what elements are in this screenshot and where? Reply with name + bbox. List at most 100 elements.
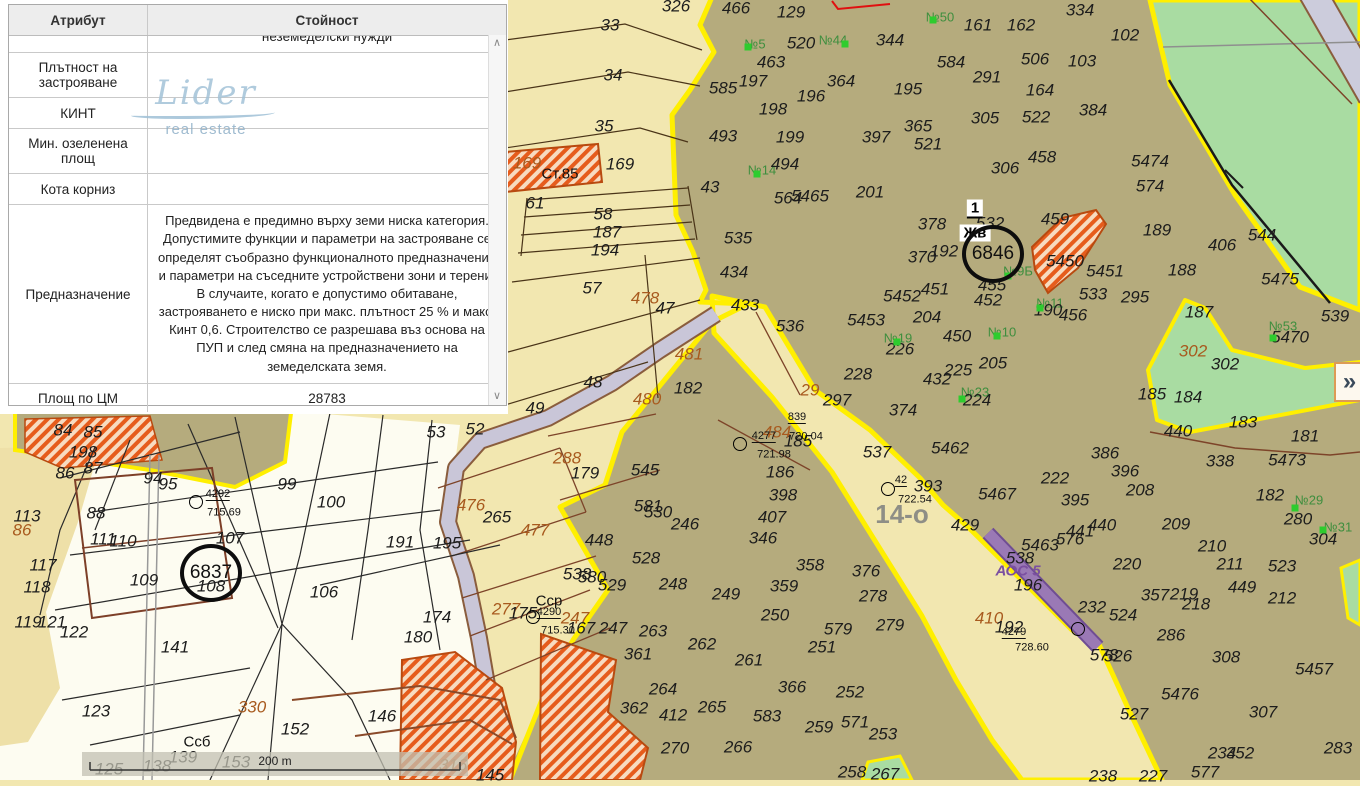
- map-label: 58: [594, 206, 613, 223]
- map-label: 169: [606, 156, 634, 173]
- map-label: 211: [1216, 556, 1243, 573]
- attribute-panel: Атрибут Стойност неземеделски нужди Плът…: [8, 4, 507, 406]
- map-label: 334: [1066, 2, 1094, 19]
- map-label: 384: [1079, 102, 1107, 119]
- map-label: 48: [584, 374, 603, 391]
- highlighted-parcel-6837: 6837: [180, 544, 242, 602]
- value-cell: Предвидена е предимно върху земи ниска к…: [148, 205, 506, 383]
- map-label: 302: [1179, 343, 1207, 360]
- map-label: 264: [649, 681, 677, 698]
- survey-point-marker: [526, 610, 540, 624]
- map-label: 352: [1226, 745, 1254, 762]
- scroll-up-icon[interactable]: ∧: [489, 35, 505, 52]
- map-label: 247: [599, 620, 627, 637]
- map-label: 252: [836, 684, 864, 701]
- map-label: 57: [583, 280, 602, 297]
- map-label: 344: [876, 32, 904, 49]
- map-label: 265: [698, 699, 726, 716]
- map-label: 5463: [1021, 537, 1059, 554]
- header-value: Стойност: [148, 5, 506, 35]
- map-label: 386: [1091, 445, 1119, 462]
- map-label: 434: [720, 264, 748, 281]
- map-label: 533: [1079, 286, 1107, 303]
- map-label: 247: [561, 610, 589, 627]
- map-label: Ссб: [184, 735, 211, 750]
- map-label: 47: [656, 300, 675, 317]
- map-label: 164: [1026, 82, 1054, 99]
- map-label: 218: [1182, 596, 1210, 613]
- map-label: 530: [644, 504, 672, 521]
- header-attribute: Атрибут: [9, 5, 148, 35]
- map-label: 521: [914, 136, 942, 153]
- map-label: 129: [777, 4, 805, 21]
- map-label: 456: [1059, 307, 1087, 324]
- map-label: 5457: [1295, 661, 1333, 678]
- map-label: 94: [144, 470, 163, 487]
- map-label: 123: [82, 703, 110, 720]
- map-label: 266: [724, 739, 752, 756]
- map-label: 477: [521, 522, 549, 539]
- map-label: 728.60: [1015, 643, 1049, 654]
- map-label: №14: [748, 164, 776, 177]
- map-label: 397: [862, 129, 890, 146]
- map-label: 208: [1126, 482, 1154, 499]
- panel-scrollbar[interactable]: ∧ ∨: [488, 35, 506, 405]
- map-label: 406: [1208, 237, 1236, 254]
- map-label: 396: [1111, 463, 1139, 480]
- map-label: 5476: [1161, 686, 1199, 703]
- scroll-down-icon[interactable]: ∨: [489, 388, 505, 405]
- map-label: 581: [634, 498, 662, 515]
- map-label: 493: [709, 128, 737, 145]
- map-label: 251: [808, 639, 836, 656]
- green-square-marker: [994, 333, 1001, 340]
- attribute-cell: Предназначение: [9, 205, 148, 383]
- table-row: неземеделски нужди: [9, 36, 506, 53]
- map-label: 302: [1211, 356, 1239, 373]
- map-label: 103: [1068, 53, 1096, 70]
- map-label: 576: [1056, 531, 1084, 548]
- map-label: 577: [1191, 764, 1219, 781]
- map-label: 88: [87, 505, 106, 522]
- map-label: 839: [788, 412, 806, 424]
- map-label: 441: [1066, 523, 1094, 540]
- attribute-cell: Кота корниз: [9, 174, 148, 204]
- map-label: 529: [598, 577, 626, 594]
- map-label: 33: [601, 17, 620, 34]
- map-label: 5465: [791, 188, 829, 205]
- map-label: 527: [1120, 706, 1148, 723]
- map-label: 580: [578, 569, 606, 586]
- map-label: 250: [761, 607, 789, 624]
- map-label: 452: [974, 292, 1002, 309]
- map-label: 182: [674, 380, 702, 397]
- map-label: 84: [54, 422, 73, 439]
- map-label: 564: [774, 190, 802, 207]
- table-row: Кота корниз: [9, 174, 506, 205]
- map-label: 278: [859, 588, 887, 605]
- map-label: 111: [90, 531, 116, 548]
- map-label: 291: [973, 69, 1001, 86]
- map-label: 246: [671, 516, 699, 533]
- scale-bar: 200 m: [82, 752, 468, 776]
- map-label: 188: [1168, 262, 1196, 279]
- map-label: 585: [709, 80, 737, 97]
- map-label: 433: [731, 297, 759, 314]
- map-label: 263: [639, 623, 667, 640]
- map-label: 253: [869, 726, 897, 743]
- map-label: 122: [60, 624, 88, 641]
- attribute-cell: Мин. озеленена площ: [9, 129, 148, 173]
- survey-point-marker: [881, 482, 895, 496]
- map-label: 222: [1041, 470, 1069, 487]
- map-label: 305: [971, 110, 999, 127]
- map-label: 458: [1028, 149, 1056, 166]
- map-label: 536: [776, 318, 804, 335]
- map-label: 528: [632, 550, 660, 567]
- map-label: 86: [13, 522, 32, 539]
- map-label: 5451: [1086, 263, 1124, 280]
- map-label: 506: [1021, 51, 1049, 68]
- map-label: 192: [930, 243, 958, 260]
- expand-panel-button[interactable]: »: [1334, 362, 1360, 402]
- map-label: 297: [823, 392, 851, 409]
- green-square-marker: [1270, 335, 1277, 342]
- map-label: 145: [476, 767, 504, 784]
- map-label: 538: [563, 566, 591, 583]
